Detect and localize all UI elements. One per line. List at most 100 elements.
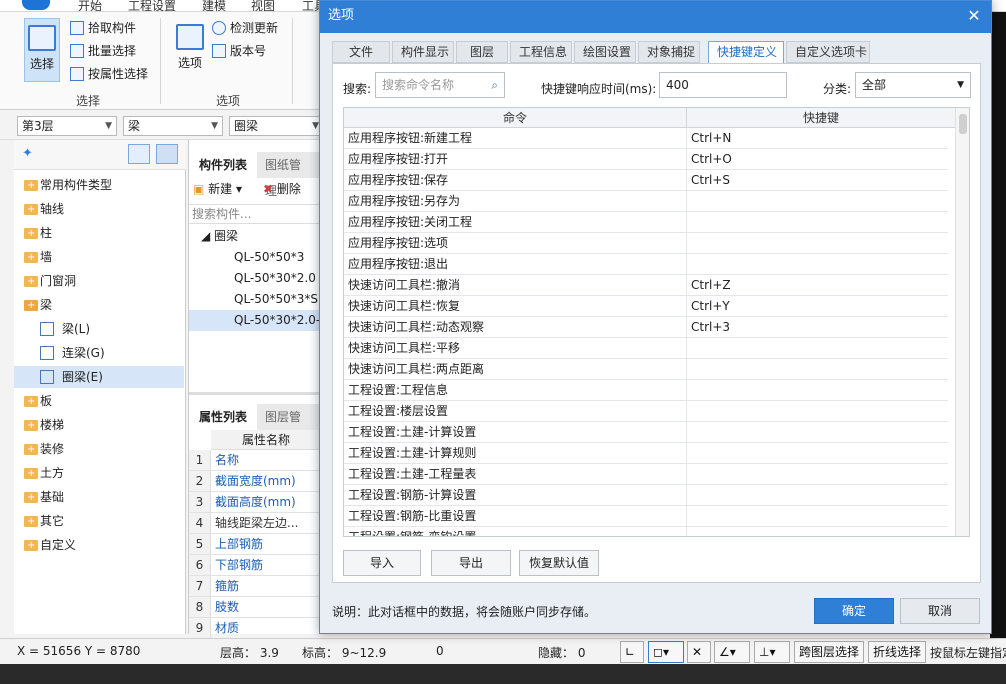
- table-row[interactable]: 工程设置:工程信息: [344, 380, 948, 401]
- table-row[interactable]: 工程设置:钢筋-计算设置: [344, 485, 948, 506]
- shortcut-cell[interactable]: Ctrl+Z: [691, 275, 731, 295]
- property-row[interactable]: 8 肢数: [189, 597, 321, 618]
- panel-splitter[interactable]: [189, 392, 321, 395]
- tree-item[interactable]: 自定义: [14, 534, 184, 557]
- version-button[interactable]: 版本号: [212, 41, 266, 61]
- column-header-shortcut[interactable]: 快捷键: [687, 108, 955, 128]
- tree-item[interactable]: 板: [14, 390, 184, 413]
- polyline-select-button[interactable]: 折线选择: [868, 641, 927, 663]
- list-item[interactable]: QL-50*50*3*S: [189, 289, 321, 310]
- cancel-button[interactable]: 取消: [900, 598, 980, 624]
- table-row[interactable]: 应用程序按钮:新建工程 Ctrl+N: [344, 128, 948, 149]
- table-row[interactable]: 快速访问工具栏:恢复 Ctrl+Y: [344, 296, 948, 317]
- table-row[interactable]: 工程设置:土建-工程量表: [344, 464, 948, 485]
- menu-item-view[interactable]: 视图: [251, 0, 275, 11]
- shortcut-cell[interactable]: Ctrl+N: [691, 128, 731, 148]
- table-row[interactable]: 快速访问工具栏:撤消 Ctrl+Z: [344, 275, 948, 296]
- column-header-command[interactable]: 命令: [344, 108, 687, 128]
- close-icon[interactable]: ✕: [965, 7, 983, 25]
- tree-item[interactable]: 基础: [14, 486, 184, 509]
- tree-item[interactable]: 柱: [14, 222, 184, 245]
- tree-item[interactable]: 土方: [14, 462, 184, 485]
- pick-component-button[interactable]: 拾取构件: [70, 18, 136, 38]
- tree-root[interactable]: ◢ 圈梁: [189, 226, 321, 247]
- tree-subitem[interactable]: 梁(L): [14, 318, 184, 340]
- new-button[interactable]: ▣ 新建 ▾: [193, 180, 242, 197]
- cross-icon[interactable]: ✕: [687, 641, 711, 663]
- table-row[interactable]: 工程设置:钢筋-比重设置: [344, 506, 948, 527]
- scrollbar-thumb[interactable]: [959, 114, 967, 134]
- tab-custom-tab[interactable]: 自定义选项卡: [786, 41, 870, 63]
- shortcut-cell[interactable]: Ctrl+Y: [691, 296, 730, 316]
- tree-item[interactable]: 楼梯: [14, 414, 184, 437]
- dimension-icon[interactable]: ⊥▾: [754, 641, 790, 663]
- export-button[interactable]: 导出: [431, 550, 511, 576]
- delay-input[interactable]: 400: [659, 72, 787, 98]
- list-item[interactable]: QL-50*50*3: [189, 247, 321, 268]
- tab-shortcut-definition[interactable]: 快捷键定义: [708, 41, 784, 64]
- tree-item[interactable]: 轴线: [14, 198, 184, 221]
- command-search-input[interactable]: 搜索命令名称 ⌕: [375, 72, 505, 98]
- grid-view-icon[interactable]: [156, 144, 178, 164]
- tab-component-display[interactable]: 构件显示: [392, 41, 454, 63]
- tree-subitem[interactable]: 连梁(G): [14, 342, 184, 364]
- table-row[interactable]: 快速访问工具栏:两点距离: [344, 359, 948, 380]
- delete-button[interactable]: ✖ 删除: [263, 180, 301, 197]
- table-row[interactable]: 应用程序按钮:关闭工程: [344, 212, 948, 233]
- cross-layer-select-button[interactable]: 跨图层选择: [794, 641, 865, 663]
- table-row[interactable]: 应用程序按钮:退出: [344, 254, 948, 275]
- tab-layer-manage[interactable]: 图层管理: [257, 404, 320, 450]
- tree-subitem-selected[interactable]: 圈梁(E): [14, 366, 184, 388]
- tab-drawing-manage[interactable]: 图纸管理: [257, 152, 320, 198]
- select-by-attribute-button[interactable]: 按属性选择: [70, 64, 148, 84]
- floor-select[interactable]: 第3层 ▼: [17, 116, 117, 136]
- reset-default-button[interactable]: 恢复默认值: [519, 550, 599, 576]
- table-row[interactable]: 应用程序按钮:另存为: [344, 191, 948, 212]
- table-row[interactable]: 应用程序按钮:选项: [344, 233, 948, 254]
- batch-select-button[interactable]: 批量选择: [70, 41, 136, 61]
- tree-item[interactable]: 门窗洞: [14, 270, 184, 293]
- snap-icon[interactable]: ◻▾: [648, 641, 684, 663]
- tree-item[interactable]: 常用构件类型: [14, 174, 184, 197]
- check-update-button[interactable]: 检测更新: [212, 18, 278, 38]
- tab-component-list[interactable]: 构件列表: [191, 152, 256, 178]
- list-item[interactable]: QL-50*30*2.0: [189, 268, 321, 289]
- tree-item[interactable]: 装修: [14, 438, 184, 461]
- shortcut-cell[interactable]: Ctrl+S: [691, 170, 730, 190]
- tab-properties[interactable]: 属性列表: [191, 404, 256, 430]
- list-view-icon[interactable]: [128, 144, 150, 164]
- category-select[interactable]: 全部 ▼: [855, 72, 971, 98]
- property-row[interactable]: 3 截面高度(mm): [189, 492, 321, 513]
- select-button[interactable]: 选择: [24, 18, 60, 82]
- property-row[interactable]: 2 截面宽度(mm): [189, 471, 321, 492]
- tab-object-snap[interactable]: 对象捕捉: [638, 41, 700, 63]
- type-select[interactable]: 梁 ▼: [123, 116, 223, 136]
- property-row[interactable]: 5 上部钢筋: [189, 534, 321, 555]
- tab-layers[interactable]: 图层: [456, 41, 508, 63]
- table-row[interactable]: 应用程序按钮:保存 Ctrl+S: [344, 170, 948, 191]
- menu-item-model[interactable]: 建模: [202, 0, 226, 11]
- table-scrollbar[interactable]: [955, 108, 969, 536]
- expand-icon[interactable]: ✦: [22, 146, 33, 161]
- shortcut-cell[interactable]: Ctrl+O: [691, 149, 732, 169]
- options-button[interactable]: 选项: [172, 18, 208, 82]
- tree-item[interactable]: 墙: [14, 246, 184, 269]
- tab-project-info[interactable]: 工程信息: [510, 41, 572, 63]
- app-logo[interactable]: [22, 0, 50, 10]
- table-row[interactable]: 工程设置:土建-计算规则: [344, 443, 948, 464]
- menu-item-project[interactable]: 工程设置: [128, 0, 176, 11]
- table-row[interactable]: 应用程序按钮:打开 Ctrl+O: [344, 149, 948, 170]
- angle-icon[interactable]: ∠▾: [714, 641, 750, 663]
- ok-button[interactable]: 确定: [814, 598, 894, 624]
- table-row[interactable]: 工程设置:钢筋-弯钩设置: [344, 527, 948, 536]
- menu-item-start[interactable]: 开始: [78, 0, 102, 11]
- property-row[interactable]: 1 名称: [189, 450, 321, 471]
- property-row[interactable]: 6 下部钢筋: [189, 555, 321, 576]
- table-row[interactable]: 快速访问工具栏:平移: [344, 338, 948, 359]
- property-row[interactable]: 9 材质: [189, 618, 321, 639]
- tab-file[interactable]: 文件: [332, 41, 390, 63]
- property-row[interactable]: 4 轴线距梁左边...: [189, 513, 321, 534]
- table-row[interactable]: 快速访问工具栏:动态观察 Ctrl+3: [344, 317, 948, 338]
- table-row[interactable]: 工程设置:楼层设置: [344, 401, 948, 422]
- drawing-canvas[interactable]: [990, 12, 1006, 638]
